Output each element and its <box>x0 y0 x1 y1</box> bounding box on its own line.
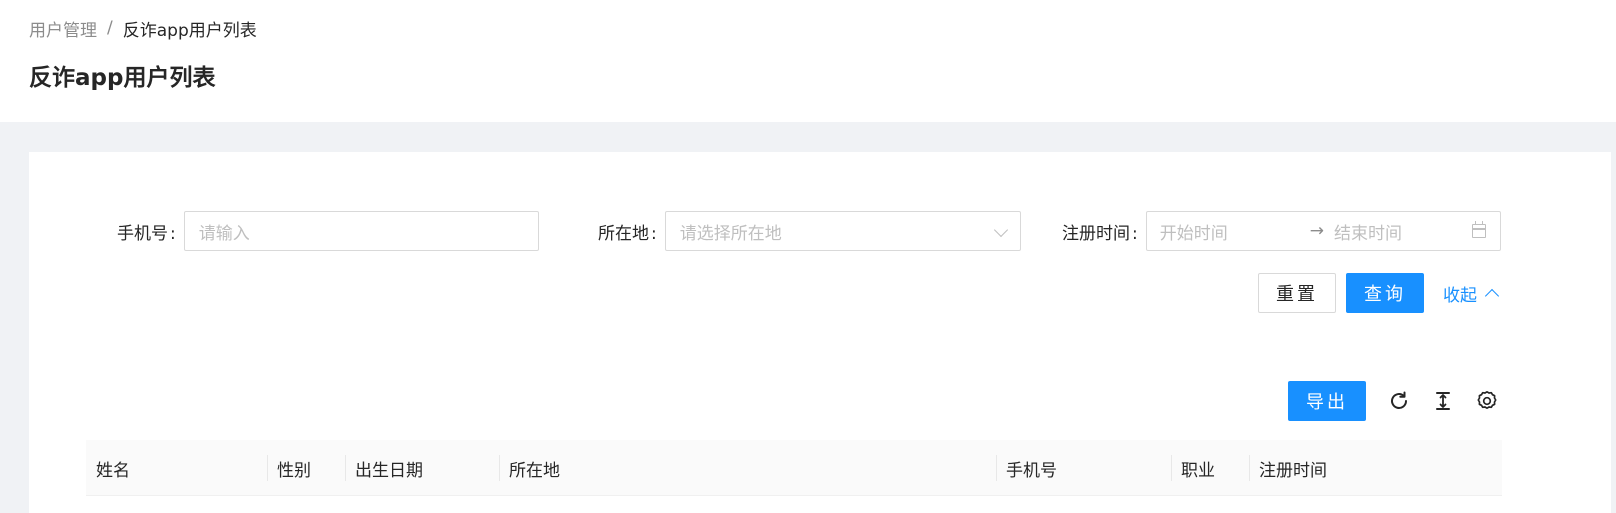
arrow-right-icon: → <box>1309 221 1324 241</box>
form-item-register-time: 注册时间: 开始时间 → 结束时间 <box>1062 211 1501 251</box>
location-select-placeholder: 请选择所在地 <box>679 223 782 244</box>
query-button[interactable]: 查询 <box>1346 273 1424 313</box>
column-header-occupation: 职业 <box>1171 440 1249 496</box>
column-header-name: 姓名 <box>96 460 130 481</box>
location-select[interactable]: 请选择所在地 <box>664 211 1021 251</box>
phone-input-placeholder: 请输入 <box>198 223 250 244</box>
export-button[interactable]: 导出 <box>1288 381 1366 421</box>
breadcrumb-current: 反诈app用户列表 <box>122 20 257 41</box>
chevron-up-icon <box>1484 288 1500 304</box>
column-header-gender: 性别 <box>267 440 345 496</box>
phone-input[interactable]: 请输入 <box>183 211 539 251</box>
breadcrumb-separator: / <box>107 18 113 38</box>
page-title: 反诈app用户列表 <box>29 65 216 91</box>
table-header: 姓名 性别 出生日期 所在地 手机号 职业 注册时间 <box>86 440 1502 496</box>
chevron-down-icon <box>993 222 1008 238</box>
register-time-range-picker[interactable]: 开始时间 → 结束时间 <box>1145 211 1501 251</box>
location-label: 所在地: <box>598 223 657 244</box>
collapse-toggle[interactable]: 收起 <box>1443 273 1500 313</box>
page-header: 用户管理 / 反诈app用户列表 反诈app用户列表 <box>0 0 1616 122</box>
reload-icon[interactable] <box>1387 389 1411 413</box>
form-item-location: 所在地: 请选择所在地 <box>598 211 1021 251</box>
column-header-phone: 手机号 <box>996 440 1171 496</box>
form-item-phone: 手机号: 请输入 <box>117 211 539 251</box>
collapse-label: 收起 <box>1443 285 1477 306</box>
range-end-input[interactable]: 结束时间 <box>1334 219 1402 244</box>
phone-label: 手机号: <box>117 223 176 244</box>
content-card: 手机号: 请输入 所在地: 请选择所在地 注册时间: 开始时间 → 结束时间 重… <box>29 152 1611 513</box>
breadcrumb-link-user-management[interactable]: 用户管理 <box>29 16 97 41</box>
breadcrumb: 用户管理 / 反诈app用户列表 <box>29 16 257 41</box>
settings-icon[interactable] <box>1475 389 1499 413</box>
column-header-birthdate: 出生日期 <box>345 440 499 496</box>
reset-button[interactable]: 重置 <box>1258 273 1336 313</box>
column-header-location: 所在地 <box>499 440 996 496</box>
calendar-icon <box>1471 221 1486 238</box>
range-start-input[interactable]: 开始时间 <box>1160 219 1300 244</box>
register-time-label: 注册时间: <box>1062 223 1138 244</box>
column-header-register-time: 注册时间 <box>1249 440 1502 496</box>
density-icon[interactable] <box>1431 389 1455 413</box>
